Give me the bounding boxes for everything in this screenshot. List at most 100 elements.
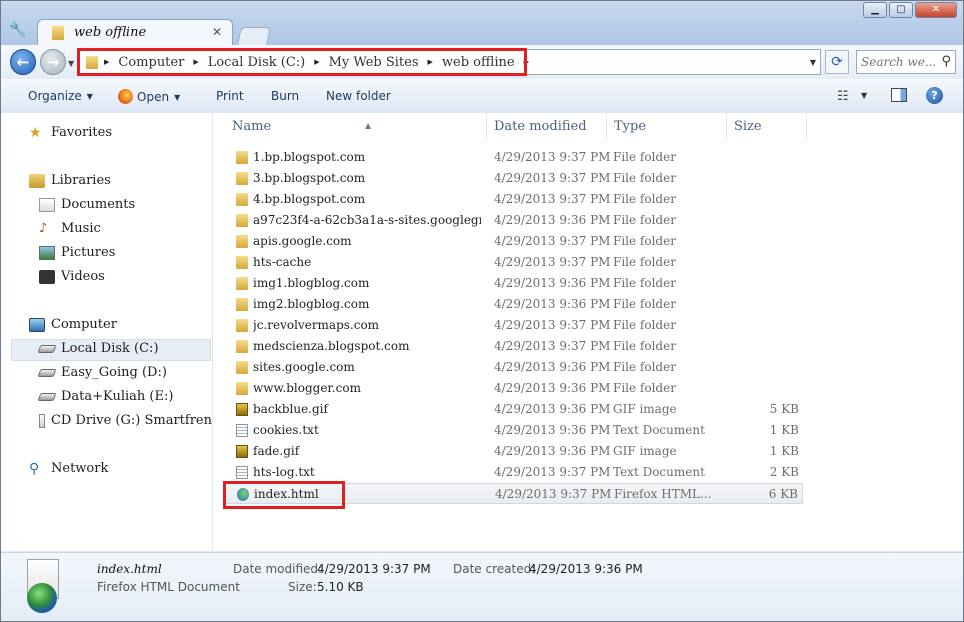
file-row[interactable]: img2.blogblog.com 4/29/2013 9:36 PM File f…	[223, 294, 803, 315]
nav-videos[interactable]: Videos	[39, 269, 105, 284]
file-name: img2.blogblog.com	[253, 297, 370, 311]
file-date: 4/29/2013 9:37 PM	[494, 234, 611, 248]
open-button[interactable]: Open ▼	[118, 89, 180, 104]
file-size: 1 KB	[769, 444, 799, 458]
breadcrumb-web-offline[interactable]: web offline	[433, 55, 524, 70]
breadcrumb-local-disk[interactable]: Local Disk (C:)	[199, 55, 315, 70]
file-size: 5 KB	[769, 402, 799, 416]
nav-network[interactable]: ⚲ Network	[29, 461, 108, 476]
new-tab-button[interactable]	[237, 27, 271, 45]
file-row[interactable]: cookies.txt 4/29/2013 9:36 PM Text Documen…	[223, 420, 803, 441]
file-date: 4/29/2013 9:36 PM	[494, 276, 611, 290]
file-type: File folder	[613, 150, 676, 164]
file-type: Firefox HTML...	[614, 487, 712, 501]
preview-pane-icon[interactable]	[891, 88, 907, 102]
folder-icon	[236, 340, 248, 353]
nav-libraries[interactable]: Libraries	[29, 173, 111, 188]
details-filetype: Firefox HTML Document	[97, 580, 240, 594]
chevron-right-icon[interactable]: ▶	[524, 58, 529, 66]
folder-icon	[236, 172, 248, 185]
nav-local-disk-c[interactable]: Local Disk (C:)	[37, 341, 159, 356]
videos-icon	[39, 269, 55, 284]
details-size-label: Size:	[288, 580, 317, 594]
column-size[interactable]: Size	[727, 113, 807, 141]
file-row[interactable]: img1.blogblog.com 4/29/2013 9:36 PM File f…	[223, 273, 803, 294]
file-row[interactable]: medscienza.blogspot.com 4/29/2013 9:37 PM…	[223, 336, 803, 357]
file-row[interactable]: apis.google.com 4/29/2013 9:37 PM File fol…	[223, 231, 803, 252]
nav-pictures[interactable]: Pictures	[39, 245, 115, 260]
back-button[interactable]: ←	[10, 49, 36, 75]
file-row[interactable]: fade.gif 4/29/2013 9:36 PM GIF image 1 KB	[223, 441, 803, 462]
forward-button[interactable]: →	[40, 49, 66, 75]
file-row[interactable]: hts-cache 4/29/2013 9:37 PM File folder	[223, 252, 803, 273]
organize-button[interactable]: Organize ▼	[28, 89, 93, 103]
network-icon: ⚲	[29, 460, 40, 477]
nav-computer[interactable]: Computer	[29, 317, 117, 332]
folder-icon	[236, 214, 248, 227]
print-button[interactable]: Print	[216, 89, 244, 103]
file-row[interactable]: 4.bp.blogspot.com 4/29/2013 9:37 PM File f…	[223, 189, 803, 210]
address-bar[interactable]: ▶ Computer ▶ Local Disk (C:) ▶ My Web Si…	[79, 49, 821, 75]
title-bar: 🔧 web offline ✕ ▁ ▢ ✕	[1, 1, 963, 47]
drive-icon	[37, 392, 57, 401]
recent-pages-dropdown[interactable]: ▼	[68, 59, 74, 68]
file-row[interactable]: index.html 4/29/2013 9:37 PM Firefox HTML.…	[223, 483, 803, 504]
chevron-down-icon[interactable]: ▼	[861, 91, 867, 100]
refresh-button[interactable]: ⟳	[825, 50, 849, 74]
file-name: hts-log.txt	[253, 465, 315, 479]
pictures-icon	[39, 245, 55, 260]
file-date: 4/29/2013 9:37 PM	[494, 339, 611, 353]
file-row[interactable]: hts-log.txt 4/29/2013 9:37 PM Text Documen…	[223, 462, 803, 483]
documents-icon	[39, 197, 55, 212]
address-dropdown-icon[interactable]: ▼	[810, 58, 816, 67]
nav-documents[interactable]: Documents	[39, 197, 135, 212]
nav-drive-d[interactable]: Easy_Going (D:)	[37, 365, 167, 380]
folder-icon	[236, 256, 248, 269]
tab-web-offline[interactable]: web offline ✕	[37, 19, 233, 47]
file-date: 4/29/2013 9:37 PM	[494, 318, 611, 332]
file-type: File folder	[613, 360, 676, 374]
nav-favorites[interactable]: ★ Favorites	[29, 125, 112, 140]
change-view-icon[interactable]: ☷	[837, 89, 849, 104]
help-icon[interactable]: ?	[926, 87, 943, 104]
file-row[interactable]: jc.revolvermaps.com 4/29/2013 9:37 PM File…	[223, 315, 803, 336]
file-name: 3.bp.blogspot.com	[253, 171, 366, 185]
search-input[interactable]	[861, 53, 935, 71]
file-row[interactable]: 1.bp.blogspot.com 4/29/2013 9:37 PM File f…	[223, 147, 803, 168]
file-type: Text Document	[613, 465, 705, 479]
column-type[interactable]: Type	[607, 113, 727, 141]
new-folder-button[interactable]: New folder	[326, 89, 391, 103]
file-row[interactable]: a97c23f4-a-62cb3a1a-s-sites.googlegroup.…	[223, 210, 803, 231]
file-date: 4/29/2013 9:36 PM	[494, 360, 611, 374]
nav-music[interactable]: ♪ Music	[39, 221, 101, 236]
file-row[interactable]: sites.google.com 4/29/2013 9:36 PM File fo…	[223, 357, 803, 378]
file-row[interactable]: backblue.gif 4/29/2013 9:36 PM GIF image 5 …	[223, 399, 803, 420]
minimize-button[interactable]: ▁	[863, 2, 887, 18]
breadcrumb-computer[interactable]: Computer	[109, 55, 193, 70]
maximize-button[interactable]: ▢	[889, 2, 913, 18]
wrench-icon[interactable]: 🔧	[9, 21, 27, 39]
details-filename: index.html	[97, 562, 162, 576]
file-type: File folder	[613, 339, 676, 353]
libraries-icon	[29, 173, 45, 188]
firefox-icon	[118, 89, 133, 104]
search-icon[interactable]: ⚲	[941, 54, 951, 69]
nav-drive-e[interactable]: Data+Kuliah (E:)	[37, 389, 173, 404]
file-name: 1.bp.blogspot.com	[253, 150, 366, 164]
file-date: 4/29/2013 9:37 PM	[494, 465, 611, 479]
tab-close-icon[interactable]: ✕	[212, 25, 222, 39]
chevron-down-icon: ▼	[86, 92, 93, 101]
folder-icon	[236, 298, 248, 311]
file-size: 2 KB	[769, 465, 799, 479]
column-date-modified[interactable]: Date modified	[487, 113, 607, 141]
file-row[interactable]: 3.bp.blogspot.com 4/29/2013 9:37 PM File f…	[223, 168, 803, 189]
burn-button[interactable]: Burn	[271, 89, 299, 103]
folder-icon	[236, 361, 248, 374]
nav-cd-drive-g[interactable]: CD Drive (G:) Smartfren	[39, 413, 212, 428]
breadcrumb-my-web-sites[interactable]: My Web Sites	[320, 55, 428, 70]
close-button[interactable]: ✕	[915, 2, 957, 18]
file-row[interactable]: www.blogger.com 4/29/2013 9:36 PM File fol…	[223, 378, 803, 399]
search-box[interactable]: ⚲	[856, 50, 956, 74]
file-type: GIF image	[613, 402, 677, 416]
column-name[interactable]: Name ▲	[225, 113, 487, 141]
